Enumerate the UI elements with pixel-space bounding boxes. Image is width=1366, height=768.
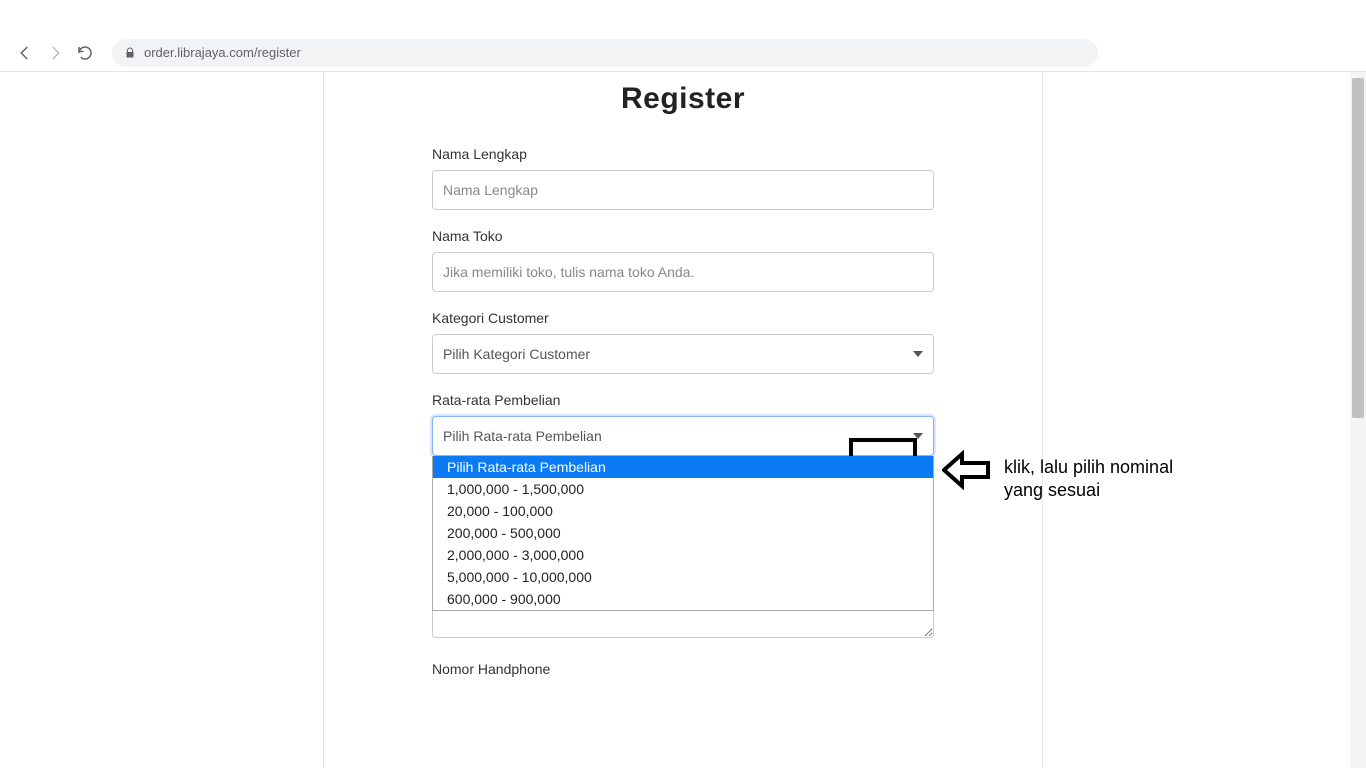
dropdown-rata-pembelian: Pilih Rata-rata Pembelian 1,000,000 - 1,…	[432, 456, 934, 611]
page-title: Register	[432, 72, 934, 146]
label-nohp: Nomor Handphone	[432, 661, 934, 677]
field-rata-pembelian: Rata-rata Pembelian Pilih Rata-rata Pemb…	[432, 392, 934, 456]
label-nama-lengkap: Nama Lengkap	[432, 146, 934, 162]
input-nama-toko[interactable]	[432, 252, 934, 292]
dropdown-option[interactable]: 200,000 - 500,000	[433, 522, 933, 544]
register-card: Register Nama Lengkap Nama Toko Kategori…	[323, 72, 1043, 768]
address-bar[interactable]: order.librajaya.com/register	[112, 39, 1098, 67]
dropdown-option[interactable]: 5,000,000 - 10,000,000	[433, 566, 933, 588]
back-button[interactable]	[16, 44, 34, 62]
dropdown-option[interactable]: 600,000 - 900,000	[433, 588, 933, 610]
dropdown-option[interactable]: Pilih Rata-rata Pembelian	[433, 456, 933, 478]
select-rata-value: Pilih Rata-rata Pembelian	[443, 428, 602, 444]
address-text: order.librajaya.com/register	[144, 45, 1086, 60]
select-rata-pembelian[interactable]: Pilih Rata-rata Pembelian	[432, 416, 934, 456]
dropdown-option[interactable]: 20,000 - 100,000	[433, 500, 933, 522]
label-nama-toko: Nama Toko	[432, 228, 934, 244]
label-kategori-customer: Kategori Customer	[432, 310, 934, 326]
lock-icon	[124, 47, 136, 59]
label-rata-pembelian: Rata-rata Pembelian	[432, 392, 934, 408]
field-kategori-customer: Kategori Customer Pilih Kategori Custome…	[432, 310, 934, 374]
browser-bar: order.librajaya.com/register	[0, 0, 1366, 72]
select-kategori-value: Pilih Kategori Customer	[443, 346, 590, 362]
dropdown-option[interactable]: 1,000,000 - 1,500,000	[433, 478, 933, 500]
field-nama-toko: Nama Toko	[432, 228, 934, 292]
vertical-scrollbar[interactable]	[1350, 72, 1366, 768]
field-nama-lengkap: Nama Lengkap	[432, 146, 934, 210]
input-nama-lengkap[interactable]	[432, 170, 934, 210]
scrollbar-thumb[interactable]	[1352, 78, 1364, 418]
reload-button[interactable]	[76, 44, 94, 62]
dropdown-option[interactable]: 2,000,000 - 3,000,000	[433, 544, 933, 566]
page-viewport: Register Nama Lengkap Nama Toko Kategori…	[0, 72, 1366, 768]
field-nohp: Nomor Handphone	[432, 661, 934, 677]
select-kategori-customer[interactable]: Pilih Kategori Customer	[432, 334, 934, 374]
forward-button[interactable]	[46, 44, 64, 62]
